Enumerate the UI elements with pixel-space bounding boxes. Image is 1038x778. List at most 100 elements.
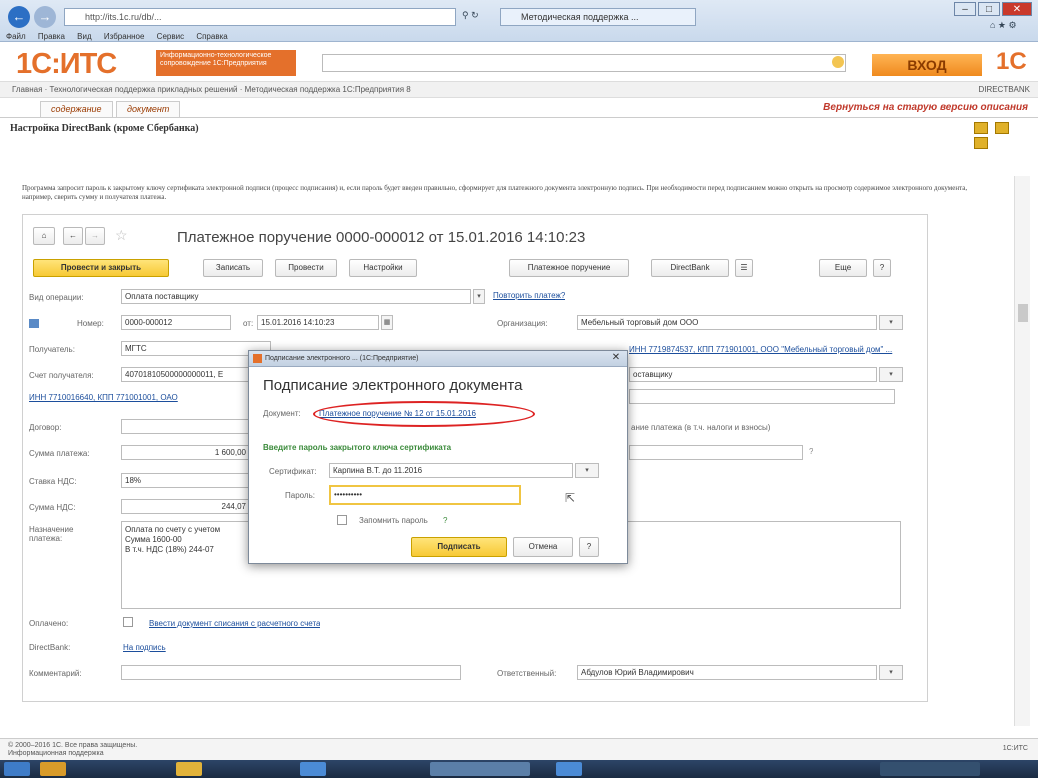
contract-field-right[interactable]: оставщику bbox=[629, 367, 877, 382]
responsible-field[interactable]: Абдулов Юрий Владимирович bbox=[577, 665, 877, 680]
back-arrow-icon[interactable]: ← bbox=[8, 6, 30, 28]
menu-item[interactable]: Вид bbox=[77, 32, 91, 41]
number-field[interactable]: 0000-000012 bbox=[121, 315, 231, 330]
login-button[interactable]: ВХОД bbox=[872, 54, 982, 76]
payment-order-print-button[interactable]: Платежное поручение bbox=[509, 259, 629, 277]
date-field[interactable]: 15.01.2016 14:10:23 bbox=[257, 315, 379, 330]
dialog-titlebar[interactable]: Подписание электронного ... (1С:Предприя… bbox=[249, 351, 627, 367]
calendar-icon[interactable]: ▦ bbox=[381, 315, 393, 330]
scrollbar-thumb[interactable] bbox=[1018, 304, 1028, 322]
menu-item[interactable]: Избранное bbox=[104, 32, 145, 41]
home-star-gear-icon[interactable]: ⌂ ★ ⚙ bbox=[990, 20, 1017, 31]
highlight-ring bbox=[313, 401, 535, 427]
right-sum-field[interactable] bbox=[629, 445, 803, 460]
address-bar[interactable]: http://its.1c.ru/db/... bbox=[64, 8, 456, 26]
menu-item[interactable]: Справка bbox=[196, 32, 227, 41]
recipient-inn-link[interactable]: ИНН 7710016640, КПП 771001001, ОАО bbox=[29, 393, 269, 402]
comment-field[interactable] bbox=[121, 665, 461, 680]
status-bar: © 2000–2016 1С. Все права защищены. Инфо… bbox=[0, 738, 1038, 760]
close-icon[interactable]: ✕ bbox=[1002, 2, 1032, 16]
its-logo[interactable]: 1С:ИТС bbox=[16, 48, 117, 81]
menu-item[interactable]: Сервис bbox=[157, 32, 184, 41]
settings-button[interactable]: Настройки bbox=[349, 259, 417, 277]
remember-help-icon[interactable]: ? bbox=[443, 516, 447, 525]
org-inn-link[interactable]: ИНН 7719874537, КПП 771901001, ООО "Мебе… bbox=[629, 345, 899, 354]
payment-note: ание платежа (в т.ч. налоги и взносы) bbox=[631, 423, 771, 432]
page-title: Настройка DirectBank (кроме Сбербанка) bbox=[10, 123, 199, 134]
document-title: Платежное поручение 0000-000012 от 15.01… bbox=[177, 229, 586, 246]
sum-label: Сумма платежа: bbox=[29, 449, 90, 458]
post-and-close-button[interactable]: Провести и закрыть bbox=[33, 259, 169, 277]
browser-tab[interactable]: Методическая поддержка ... bbox=[500, 8, 696, 26]
vat-sum-field[interactable]: 244,07 bbox=[121, 499, 251, 514]
share-icon[interactable] bbox=[974, 137, 988, 149]
breadcrumb-text[interactable]: Главная · Технологическая поддержка прик… bbox=[12, 85, 411, 94]
sign-button[interactable]: Подписать bbox=[411, 537, 507, 557]
chevron-down-icon[interactable]: ▾ bbox=[473, 289, 485, 304]
maximize-icon[interactable]: □ bbox=[978, 2, 1000, 16]
sum-field[interactable]: 1 600,00 bbox=[121, 445, 251, 460]
responsible-dropdown-icon[interactable]: ▾ bbox=[879, 665, 903, 680]
ie-icon[interactable] bbox=[300, 762, 326, 776]
forward-arrow-icon[interactable]: → bbox=[34, 6, 56, 28]
return-old-version-link[interactable]: Вернуться на старую версию описания bbox=[823, 102, 1028, 113]
org-label: Организация: bbox=[497, 319, 548, 328]
org-field[interactable]: Мебельный торговый дом ООО bbox=[577, 315, 877, 330]
right-dropdown-icon[interactable]: ▾ bbox=[879, 367, 903, 382]
page-scrollbar[interactable] bbox=[1014, 176, 1030, 726]
back-icon[interactable]: ← bbox=[63, 227, 83, 245]
post-button[interactable]: Провести bbox=[275, 259, 337, 277]
tab-contents[interactable]: содержание bbox=[40, 101, 113, 117]
tray-icons[interactable] bbox=[880, 762, 980, 776]
directbank-button[interactable]: DirectBank bbox=[651, 259, 729, 277]
date-from-label: от: bbox=[243, 319, 254, 328]
number-label: Номер: bbox=[77, 319, 104, 328]
task-icon[interactable] bbox=[556, 762, 582, 776]
dialog-close-icon[interactable]: ✕ bbox=[609, 352, 623, 365]
start-icon[interactable] bbox=[4, 762, 30, 776]
certificate-field[interactable]: Карпина В.Т. до 11.2016 bbox=[329, 463, 573, 478]
right-field3[interactable] bbox=[629, 389, 895, 404]
cancel-button[interactable]: Отмена bbox=[513, 537, 573, 557]
explorer-icon[interactable] bbox=[40, 762, 66, 776]
search-icon[interactable] bbox=[832, 56, 844, 68]
repeat-payment-link[interactable]: Повторить платеж? bbox=[493, 291, 565, 300]
op-type-field[interactable]: Оплата поставщику bbox=[121, 289, 471, 304]
help-mark[interactable]: ? bbox=[809, 447, 813, 456]
dialog-help-button[interactable]: ? bbox=[579, 537, 599, 557]
bookmark-icon[interactable] bbox=[995, 122, 1010, 134]
menu-item[interactable]: Файл bbox=[6, 32, 26, 41]
print-icon[interactable] bbox=[974, 122, 988, 134]
certificate-dropdown-icon[interactable]: ▾ bbox=[575, 463, 599, 478]
status-right: 1С:ИТС bbox=[1002, 745, 1028, 752]
more-button[interactable]: Еще bbox=[819, 259, 867, 277]
contract-label: Договор: bbox=[29, 423, 62, 432]
sign-document-dialog: Подписание электронного ... (1С:Предприя… bbox=[248, 350, 628, 564]
document-icon bbox=[29, 319, 39, 328]
menu-item[interactable]: Правка bbox=[38, 32, 65, 41]
write-off-link[interactable]: Ввести документ списания с расчетного сч… bbox=[149, 619, 320, 628]
cursor-icon: ⇱ bbox=[565, 491, 576, 505]
list-icon[interactable]: ☰ bbox=[735, 259, 753, 277]
folder-icon[interactable] bbox=[176, 762, 202, 776]
help-button[interactable]: ? bbox=[873, 259, 891, 277]
contract-field[interactable] bbox=[121, 419, 251, 434]
active-window-task[interactable] bbox=[430, 762, 530, 776]
tab-document[interactable]: документ bbox=[116, 101, 181, 117]
vat-rate-field[interactable]: 18% bbox=[121, 473, 251, 488]
save-button[interactable]: Записать bbox=[203, 259, 263, 277]
minimize-icon[interactable]: – bbox=[954, 2, 976, 16]
org-dropdown-icon[interactable]: ▾ bbox=[879, 315, 903, 330]
paid-checkbox[interactable] bbox=[123, 617, 133, 627]
directbank-label: DirectBank: bbox=[29, 643, 71, 652]
forward-icon[interactable]: → bbox=[85, 227, 105, 245]
remember-password-checkbox[interactable] bbox=[337, 515, 347, 525]
search-refresh-icon[interactable]: ⚲ ↻ bbox=[462, 10, 479, 21]
home-icon[interactable]: ⌂ bbox=[33, 227, 55, 245]
to-sign-link[interactable]: На подпись bbox=[123, 643, 166, 652]
description-text: Программа запросит пароль к закрытому кл… bbox=[22, 184, 968, 201]
remember-password-label[interactable]: Запомнить пароль bbox=[359, 516, 428, 525]
site-search-input[interactable] bbox=[322, 54, 846, 72]
password-input[interactable]: •••••••••• bbox=[329, 485, 521, 505]
favorite-star-icon[interactable]: ☆ bbox=[115, 227, 128, 244]
